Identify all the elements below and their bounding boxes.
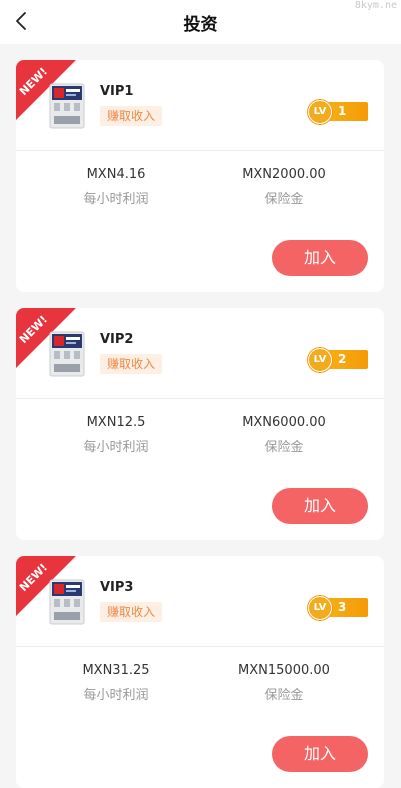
level-number: 3 — [338, 600, 347, 614]
lv-icon: LV — [308, 100, 332, 124]
earn-income-tag: 赚取收入 — [100, 602, 163, 622]
lv-icon: LV — [308, 348, 332, 372]
deposit-value: MXN2000.00 — [242, 167, 326, 182]
hourly-profit-value: MXN12.5 — [86, 415, 146, 430]
deposit-label: 保险金 — [264, 440, 304, 455]
deposit: MXN6000.00 保险金 — [192, 415, 376, 455]
hourly-profit-label: 每小时利润 — [83, 192, 149, 207]
earn-income-tag: 赚取收入 — [100, 106, 163, 126]
vending-machine-image — [49, 331, 85, 377]
hourly-profit-value: MXN4.16 — [86, 167, 146, 182]
earn-income-tag: 赚取收入 — [100, 354, 163, 374]
hourly-profit: MXN31.25 每小时利润 — [24, 663, 208, 703]
hourly-profit-label: 每小时利润 — [83, 440, 149, 455]
divider — [16, 646, 384, 647]
vip-name: VIP1 — [100, 84, 134, 99]
deposit-label: 保险金 — [264, 688, 304, 703]
join-button[interactable]: 加入 — [272, 240, 368, 276]
level-number: 1 — [338, 104, 347, 118]
level-badge: LV 3 — [308, 596, 370, 620]
join-button[interactable]: 加入 — [272, 488, 368, 524]
level-badge: LV 2 — [308, 348, 370, 372]
deposit: MXN15000.00 保险金 — [192, 663, 376, 703]
deposit-label: 保险金 — [264, 192, 304, 207]
vip-name: VIP2 — [100, 332, 134, 347]
join-button[interactable]: 加入 — [272, 736, 368, 772]
hourly-profit-value: MXN31.25 — [82, 663, 150, 678]
hourly-profit: MXN12.5 每小时利润 — [24, 415, 208, 455]
app-header: 投资 8kym.ne — [0, 0, 401, 44]
divider — [16, 398, 384, 399]
divider — [16, 150, 384, 151]
vending-machine-image — [49, 579, 85, 625]
hourly-profit-label: 每小时利润 — [83, 688, 149, 703]
deposit-value: MXN6000.00 — [242, 415, 326, 430]
deposit-value: MXN15000.00 — [238, 663, 330, 678]
vip-card: NEW! VIP2 赚取收入 LV 2 MXN12.5 每小时利润 MXN600… — [16, 308, 384, 540]
deposit: MXN2000.00 保险金 — [192, 167, 376, 207]
page-title: 投资 — [183, 15, 218, 35]
hourly-profit: MXN4.16 每小时利润 — [24, 167, 208, 207]
vending-machine-image — [49, 83, 85, 129]
vip-name: VIP3 — [100, 580, 134, 595]
vip-card: NEW! VIP3 赚取收入 LV 3 MXN31.25 每小时利润 MXN15… — [16, 556, 384, 788]
vip-card: NEW! VIP1 赚取收入 LV 1 MXN4.16 每小时利润 MXN200… — [16, 60, 384, 292]
watermark: 8kym.ne — [354, 0, 397, 11]
level-badge: LV 1 — [308, 100, 370, 124]
lv-icon: LV — [308, 596, 332, 620]
level-number: 2 — [338, 352, 347, 366]
